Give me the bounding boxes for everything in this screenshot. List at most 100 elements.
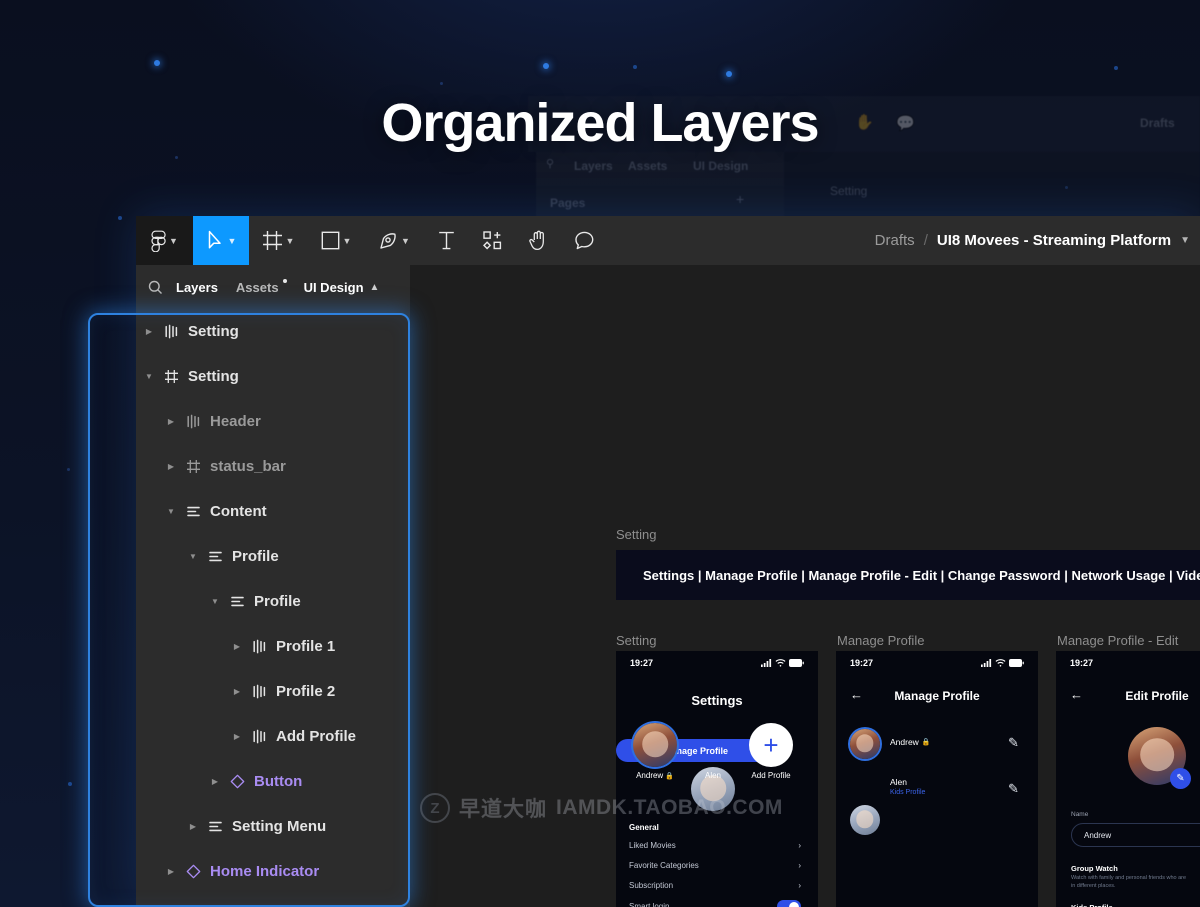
avatar-edit-button[interactable]: ✎ — [1170, 768, 1191, 789]
layer-name: status_bar — [206, 458, 286, 475]
text-tool-button[interactable] — [423, 216, 469, 265]
row-smart-login[interactable]: Smart login — [629, 900, 801, 907]
canvas[interactable]: Setting Settings | Manage Profile | Mana… — [410, 265, 1200, 907]
layer-name: Setting — [184, 368, 239, 385]
page-selector[interactable]: UI Design ▲ — [304, 280, 380, 295]
layer-row-profile[interactable]: ▼Profile — [136, 579, 410, 624]
layer-row-header[interactable]: ▶ Header — [136, 399, 410, 444]
layer-name: Header — [206, 413, 261, 430]
manage-profile-title: Manage Profile — [836, 689, 1038, 703]
chevron-right-icon: › — [798, 861, 801, 870]
tab-layers[interactable]: Layers — [167, 280, 227, 295]
layer-row-setting[interactable]: ▼ Setting — [136, 354, 410, 399]
bg-tab-assets: Assets — [628, 159, 667, 173]
chevron-right-icon[interactable]: ▶ — [228, 687, 246, 696]
edit-icon-andrew[interactable]: ✎ — [1008, 735, 1019, 751]
toggle-smart-login[interactable] — [777, 900, 801, 907]
frame-label-manage-profile[interactable]: Manage Profile — [837, 633, 924, 648]
chevron-down-icon[interactable]: ▼ — [140, 372, 158, 381]
lock-icon: 🔒 — [665, 772, 674, 780]
frame-label-setting[interactable]: Setting — [616, 633, 656, 648]
breadcrumb: Drafts / UI8 Movees - Streaming Platform… — [875, 216, 1200, 265]
layer-row-setting-menu[interactable]: ▶Setting Menu — [136, 804, 410, 849]
star-dot — [175, 156, 178, 159]
layer-row-content[interactable]: ▼Content — [136, 489, 410, 534]
row-subscription[interactable]: Subscription› — [629, 881, 801, 890]
component-set-icon — [158, 324, 184, 339]
star-dot — [67, 468, 70, 471]
chevron-down-icon: ▼ — [228, 237, 237, 246]
avatar-alen[interactable] — [850, 805, 880, 835]
autolayout-icon — [180, 504, 206, 519]
chevron-right-icon[interactable]: ▶ — [140, 327, 158, 336]
breadcrumb-file-name[interactable]: UI8 Movees - Streaming Platform — [937, 232, 1171, 249]
autolayout-icon — [202, 819, 228, 834]
option-label-group-watch: Group Watch — [1071, 864, 1118, 873]
star-dot — [633, 65, 637, 69]
move-tool-button[interactable]: ▼ — [193, 216, 249, 265]
layer-row-profile[interactable]: ▼Profile — [136, 534, 410, 579]
chevron-right-icon[interactable]: ▶ — [206, 777, 224, 786]
status-time: 19:27 — [850, 658, 873, 668]
layer-row-button[interactable]: ▶Button — [136, 759, 410, 804]
hand-tool-button[interactable] — [515, 216, 561, 265]
chevron-right-icon[interactable]: ▶ — [228, 732, 246, 741]
battery-icon — [789, 659, 804, 667]
layer-row-profile-1[interactable]: ▶ Profile 1 — [136, 624, 410, 669]
chevron-right-icon: › — [798, 881, 801, 890]
phone-frame-edit-profile[interactable]: 19:27 ← Edit Profile ✎ Name Andrew Group… — [1056, 651, 1200, 907]
layer-name: Profile 1 — [272, 638, 335, 655]
frame-icon — [158, 369, 184, 384]
edit-icon-alen[interactable]: ✎ — [1008, 781, 1019, 797]
phone-frame-manage-profile[interactable]: 19:27 ← Manage Profile Andrew 🔒 ✎ Alen K… — [836, 651, 1038, 907]
layer-row-add-profile[interactable]: ▶Add Profile — [136, 714, 410, 759]
layer-row-profile-2[interactable]: ▶Profile 2 — [136, 669, 410, 714]
avatar-andrew[interactable] — [633, 723, 677, 767]
layer-row-status-bar[interactable]: ▶ status_bar — [136, 444, 410, 489]
tab-assets-label: Assets — [236, 280, 279, 295]
chevron-down-icon: ▼ — [343, 237, 352, 246]
chevron-down-icon[interactable]: ▼ — [206, 597, 224, 606]
chevron-right-icon[interactable]: ▶ — [184, 822, 202, 831]
autolayout-icon — [224, 594, 250, 609]
phone-frame-settings[interactable]: 19:27 Settings + Andrew 🔒 Alen Add Profi… — [616, 651, 818, 907]
tab-assets[interactable]: Assets — [227, 280, 288, 295]
chevron-down-icon[interactable]: ▼ — [1180, 235, 1190, 246]
comment-tool-button[interactable] — [561, 216, 607, 265]
breadcrumb-drafts-link[interactable]: Drafts — [875, 232, 915, 249]
chevron-right-icon[interactable]: ▶ — [162, 417, 180, 426]
bg-tab-layers: Layers — [574, 159, 613, 173]
shape-tool-button[interactable]: ▼ — [307, 216, 365, 265]
chevron-down-icon[interactable]: ▼ — [184, 552, 202, 561]
frame-icon — [180, 459, 206, 474]
frame-label-manage-profile-edit[interactable]: Manage Profile - Edit — [1057, 633, 1178, 648]
chevron-right-icon[interactable]: ▶ — [162, 462, 180, 471]
cellular-icon — [761, 659, 772, 667]
layer-row-setting[interactable]: ▶Setting — [136, 309, 410, 354]
figma-logo-button[interactable]: ▼ — [136, 216, 193, 265]
edit-profile-title: Edit Profile — [1056, 689, 1200, 703]
profile-name-alen: Alen — [691, 771, 735, 780]
layers-panel[interactable]: ▶Setting ▼ Setting ▶ Header ▶ status_bar ▼Conte… — [136, 309, 410, 907]
chevron-down-icon: ▼ — [401, 237, 410, 246]
search-icon[interactable] — [148, 280, 163, 295]
add-profile-icon[interactable]: + — [749, 723, 793, 767]
chevron-down-icon[interactable]: ▼ — [162, 507, 180, 516]
chevron-right-icon[interactable]: ▶ — [228, 642, 246, 651]
name-input[interactable]: Andrew — [1071, 823, 1200, 847]
panel-tab-bar: Layers Assets UI Design ▲ — [136, 265, 410, 309]
status-icons — [981, 659, 1024, 667]
chevron-right-icon: › — [798, 841, 801, 850]
row-liked-movies[interactable]: Liked Movies› — [629, 841, 801, 850]
plus-icon: + — [736, 191, 744, 207]
unsaved-dot-icon — [283, 279, 287, 283]
section-heading-general: General — [629, 823, 659, 832]
pen-tool-button[interactable]: ▼ — [365, 216, 423, 265]
bg-tab-uidesign: UI Design — [693, 159, 748, 173]
resources-tool-button[interactable] — [469, 216, 515, 265]
chevron-right-icon[interactable]: ▶ — [162, 867, 180, 876]
frame-tool-button[interactable]: ▼ — [249, 216, 307, 265]
row-favorite-categories[interactable]: Favorite Categories› — [629, 861, 801, 870]
avatar-andrew[interactable] — [850, 729, 880, 759]
layer-row-home-indicator[interactable]: ▶Home Indicator — [136, 849, 410, 894]
